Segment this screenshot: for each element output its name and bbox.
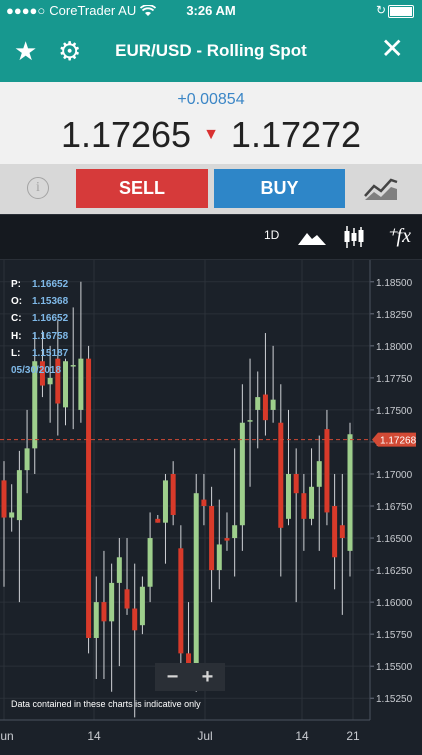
- chart-trend-icon[interactable]: [363, 174, 399, 202]
- zoom-controls: − +: [155, 663, 225, 691]
- candle-up: [139, 586, 145, 626]
- x-tick-label: 14: [295, 729, 309, 743]
- zoom-in-button[interactable]: +: [190, 663, 225, 691]
- current-price-label: 1.17268: [380, 436, 417, 447]
- chart-disclaimer: Data contained in these charts is indica…: [11, 699, 201, 709]
- candle-up: [285, 473, 291, 519]
- y-tick-label: 1.18000: [376, 342, 413, 353]
- candle-up: [193, 493, 199, 667]
- x-tick-label: 14: [87, 729, 101, 743]
- candle-down: [155, 518, 161, 523]
- quote-panel: +0.00854 1.17265 ▼ 1.17272: [0, 82, 422, 164]
- y-tick-label: 1.17500: [376, 406, 413, 417]
- ohlc-date: 05/30/2018: [11, 365, 62, 377]
- y-tick-label: 1.16250: [376, 566, 413, 577]
- nav-bar: ★ ⚙ EUR/USD - Rolling Spot ✕: [0, 22, 422, 82]
- status-bar: ●●●●○ CoreTrader AU 3:26 AM ↻: [0, 0, 422, 22]
- y-tick-label: 1.15250: [376, 694, 413, 705]
- charging-icon: ↻: [375, 3, 386, 17]
- candle-down: [170, 473, 176, 515]
- y-tick-label: 1.17000: [376, 470, 413, 481]
- candle-up: [70, 365, 76, 367]
- candle-up: [93, 602, 99, 638]
- y-tick-label: 1.16750: [376, 502, 413, 513]
- candle-up: [109, 582, 115, 622]
- ohlc-value: 1.15187: [32, 347, 69, 359]
- bid-price: 1.17265: [60, 114, 192, 155]
- trade-actions: i SELL BUY: [0, 164, 422, 214]
- chart-toolbar: 1D ⁺fx: [0, 214, 422, 260]
- candle-up: [24, 448, 30, 471]
- y-tick-label: 1.15500: [376, 662, 413, 673]
- ohlc-value: 1.16652: [32, 279, 69, 290]
- candle-up: [116, 557, 122, 583]
- candle-down: [1, 480, 7, 518]
- candle-down: [178, 548, 184, 654]
- candle-down: [301, 493, 307, 519]
- zoom-out-button[interactable]: −: [155, 663, 190, 691]
- candle-up: [78, 358, 84, 410]
- sell-button[interactable]: SELL: [76, 169, 208, 208]
- candle-up: [162, 480, 168, 523]
- ohlc-legend: P: 1.16652 O: 1.15368 C: 1.16652 H: 1.16758 …: [11, 276, 68, 379]
- ohlc-value: 1.15368: [32, 296, 69, 308]
- ohlc-label: C:: [11, 313, 22, 325]
- ask-price: 1.17272: [230, 114, 362, 155]
- close-icon[interactable]: ✕: [381, 34, 404, 64]
- ohlc-label: O:: [11, 296, 23, 308]
- buy-button[interactable]: BUY: [214, 169, 345, 208]
- candle-up: [309, 486, 315, 519]
- candlestick-chart-icon[interactable]: [343, 225, 365, 249]
- candle-up: [147, 538, 153, 587]
- candle-down: [262, 394, 268, 421]
- ohlc-label: L:: [11, 347, 21, 359]
- y-tick-label: 1.18250: [376, 310, 413, 321]
- period-selector[interactable]: 1D: [264, 228, 279, 242]
- candle-down: [324, 429, 330, 513]
- candle-down: [332, 506, 338, 558]
- y-tick-label: 1.15750: [376, 630, 413, 641]
- x-tick-label: Jul: [197, 729, 212, 743]
- price-row: 1.17265 ▼ 1.17272: [0, 114, 422, 156]
- price-change: +0.00854: [177, 91, 245, 108]
- candle-up: [255, 397, 261, 410]
- page-title: EUR/USD - Rolling Spot: [115, 41, 307, 60]
- candle-up: [247, 420, 253, 422]
- candle-up: [16, 470, 22, 521]
- indicators-fx-icon[interactable]: ⁺fx: [386, 223, 411, 248]
- ohlc-label: H:: [11, 330, 22, 342]
- candle-down: [124, 589, 130, 609]
- battery-icon: [388, 5, 414, 18]
- price-chart[interactable]: 1.18500 1.18250 1.18000 1.17750 1.17500 1.172…: [0, 260, 422, 750]
- y-tick-label: 1.18500: [376, 278, 413, 289]
- info-icon[interactable]: i: [27, 177, 49, 199]
- ohlc-label: P:: [11, 279, 21, 290]
- candle-down: [293, 473, 299, 494]
- candle-up: [347, 434, 353, 551]
- candle-up: [239, 422, 245, 526]
- mountain-chart-icon[interactable]: [298, 231, 326, 245]
- x-tick-label: Jun: [0, 729, 14, 743]
- candle-down: [201, 499, 207, 507]
- x-tick-label: 21: [346, 729, 360, 743]
- candle-up: [270, 399, 276, 410]
- price-down-arrow-icon: ▼: [203, 126, 219, 143]
- candle-down: [101, 602, 107, 622]
- candle-down: [209, 506, 215, 571]
- y-tick-label: 1.17750: [376, 374, 413, 385]
- clock: 3:26 AM: [186, 3, 236, 18]
- ohlc-value: 1.16758: [32, 330, 69, 342]
- candle-down: [86, 358, 92, 638]
- candle-down: [224, 538, 230, 541]
- candle-down: [132, 608, 138, 631]
- y-tick-label: 1.16500: [376, 534, 413, 545]
- candle-up: [232, 525, 238, 539]
- candle-up: [9, 512, 15, 518]
- y-tick-label: 1.16000: [376, 598, 413, 609]
- candle-down: [339, 525, 345, 539]
- candle-up: [316, 461, 322, 487]
- ohlc-value: 1.16652: [32, 313, 69, 325]
- candle-down: [278, 422, 284, 528]
- candle-up: [216, 544, 222, 571]
